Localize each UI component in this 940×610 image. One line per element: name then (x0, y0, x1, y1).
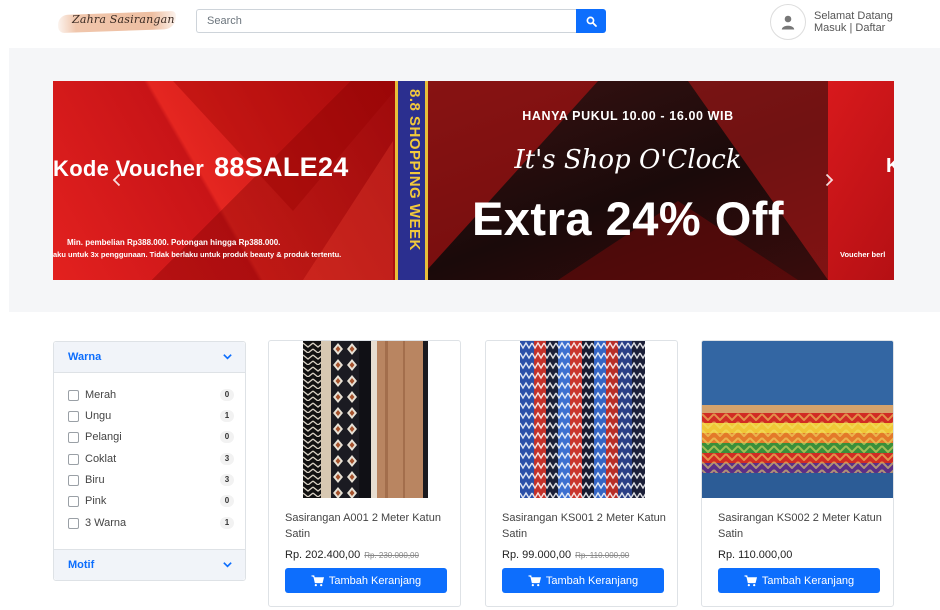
filter-option-count: 3 (220, 474, 234, 486)
filter-warna-title: Warna (68, 351, 102, 363)
carousel-next-button[interactable] (821, 173, 837, 189)
cart-icon (744, 574, 757, 586)
chevron-left-icon (112, 173, 121, 187)
product-price: Rp. 110.000,00 (718, 549, 792, 561)
voucher-code: 88SALE24 (214, 152, 349, 182)
checkbox[interactable] (68, 432, 79, 443)
chevron-right-icon (825, 173, 834, 187)
voucher-headline: Kode Voucher 88SALE24 (53, 152, 349, 183)
voucher-note: Min. pembelian Rp388.000. Potongan hingg… (67, 238, 281, 247)
promo-headline: Extra 24% Off (471, 192, 785, 245)
add-to-cart-label: Tambah Keranjang (328, 574, 422, 587)
add-to-cart-label: Tambah Keranjang (545, 574, 639, 587)
next-slide-letter: K (886, 155, 894, 177)
filter-option-ungu[interactable]: Ungu 1 (68, 410, 234, 424)
product-image[interactable] (520, 341, 645, 498)
site-logo[interactable]: Zahra Sasirangan (57, 9, 177, 35)
filter-option-pink[interactable]: Pink 0 (68, 495, 234, 509)
welcome-text: Selamat Datang (814, 10, 893, 22)
price-current: Rp. 110.000,00 (718, 549, 793, 561)
checkbox[interactable] (68, 390, 79, 401)
carousel-prev-button[interactable] (109, 173, 125, 189)
checkbox[interactable] (68, 518, 79, 529)
promo-time: HANYA PUKUL 10.00 - 16.00 WIB (522, 109, 734, 123)
filter-option-label: Pink (85, 495, 107, 507)
filter-option-label: Ungu (85, 410, 112, 422)
filter-option-label: 3 Warna (85, 517, 127, 529)
filter-option-label: Merah (85, 389, 117, 401)
filter-warna-header[interactable]: Warna (54, 342, 245, 373)
avatar[interactable] (770, 4, 806, 40)
search-button[interactable] (576, 9, 606, 33)
checkbox[interactable] (68, 411, 79, 422)
chevron-down-icon (223, 562, 232, 568)
filter-option-count: 0 (220, 389, 234, 401)
cart-icon (528, 574, 541, 586)
event-name: 8.8 SHOPPING WEEK (406, 89, 423, 251)
product-name[interactable]: Sasirangan A001 2 Meter Katun Satin (285, 510, 455, 542)
filter-option-count: 3 (220, 453, 234, 465)
product-card[interactable]: Sasirangan A001 2 Meter Katun Satin Rp. … (268, 340, 461, 607)
logo-text: Zahra Sasirangan (72, 13, 175, 26)
add-to-cart-button[interactable]: Tambah Keranjang (718, 568, 880, 593)
filter-option-label: Pelangi (85, 431, 122, 443)
chevron-down-icon (223, 354, 232, 360)
banner-next-slide-peek: K Voucher berl (828, 81, 894, 280)
product-image[interactable] (702, 341, 894, 498)
add-to-cart-button[interactable]: Tambah Keranjang (285, 568, 447, 593)
filter-option-count: 0 (220, 495, 234, 507)
filter-panel: Warna Merah 0 Ungu 1 Pelangi 0 Coklat 3 … (53, 341, 246, 581)
search-icon (586, 16, 597, 27)
product-name[interactable]: Sasirangan KS002 2 Meter Katun Satin (718, 510, 888, 542)
checkbox[interactable] (68, 454, 79, 465)
filter-option-3-warna[interactable]: 3 Warna 1 (68, 517, 234, 531)
banner-event-strip: 8.8 SHOPPING WEEK (395, 81, 428, 280)
filter-option-count: 1 (220, 517, 234, 529)
checkbox[interactable] (68, 496, 79, 507)
login-link[interactable]: Masuk (814, 22, 846, 34)
next-slide-note: Voucher berl (840, 250, 886, 259)
filter-option-merah[interactable]: Merah 0 (68, 389, 234, 403)
product-price: Rp. 202.400,00 Rp. 230.000,00 (285, 549, 419, 561)
price-original: Rp. 230.000,00 (364, 551, 419, 560)
register-link[interactable]: Daftar (855, 22, 885, 34)
checkbox[interactable] (68, 475, 79, 486)
filter-option-label: Coklat (85, 453, 117, 465)
price-original: Rp. 110.000,00 (575, 551, 630, 560)
banner-main-panel: HANYA PUKUL 10.00 - 16.00 WIB It's Shop … (428, 81, 828, 280)
filter-option-coklat[interactable]: Coklat 3 (68, 453, 234, 467)
promo-tagline: It's Shop O'Clock (514, 145, 742, 175)
price-current: Rp. 99.000,00 (502, 549, 572, 561)
voucher-terms: aku untuk 3x penggunaan. Tidak berlaku u… (53, 250, 342, 259)
voucher-label: Kode Voucher (53, 156, 205, 181)
filter-option-pelangi[interactable]: Pelangi 0 (68, 431, 234, 445)
filter-option-label: Biru (85, 474, 105, 486)
user-icon (781, 15, 795, 30)
product-card[interactable]: Sasirangan KS001 2 Meter Katun Satin Rp.… (485, 340, 678, 607)
top-header: Zahra Sasirangan Selamat Datang Masuk | … (0, 0, 940, 46)
search-input[interactable] (196, 9, 577, 33)
banner-voucher-panel: Kode Voucher 88SALE24 Min. pembelian Rp38… (53, 81, 403, 280)
add-to-cart-label: Tambah Keranjang (761, 574, 855, 587)
search-bar (196, 9, 606, 33)
filter-option-count: 1 (220, 410, 234, 422)
product-card[interactable]: Sasirangan KS002 2 Meter Katun Satin Rp.… (701, 340, 894, 607)
price-current: Rp. 202.400,00 (285, 549, 361, 561)
promo-carousel: Kode Voucher 88SALE24 Min. pembelian Rp38… (53, 81, 894, 280)
filter-motif-header[interactable]: Motif (54, 549, 245, 580)
product-price: Rp. 99.000,00 Rp. 110.000,00 (502, 549, 629, 561)
auth-links: Masuk | Daftar (814, 22, 885, 34)
filter-option-count: 0 (220, 431, 234, 443)
cart-icon (311, 574, 324, 586)
add-to-cart-button[interactable]: Tambah Keranjang (502, 568, 664, 593)
filter-option-biru[interactable]: Biru 3 (68, 474, 234, 488)
product-image[interactable] (303, 341, 428, 498)
product-name[interactable]: Sasirangan KS001 2 Meter Katun Satin (502, 510, 672, 542)
filter-motif-title: Motif (68, 559, 95, 571)
